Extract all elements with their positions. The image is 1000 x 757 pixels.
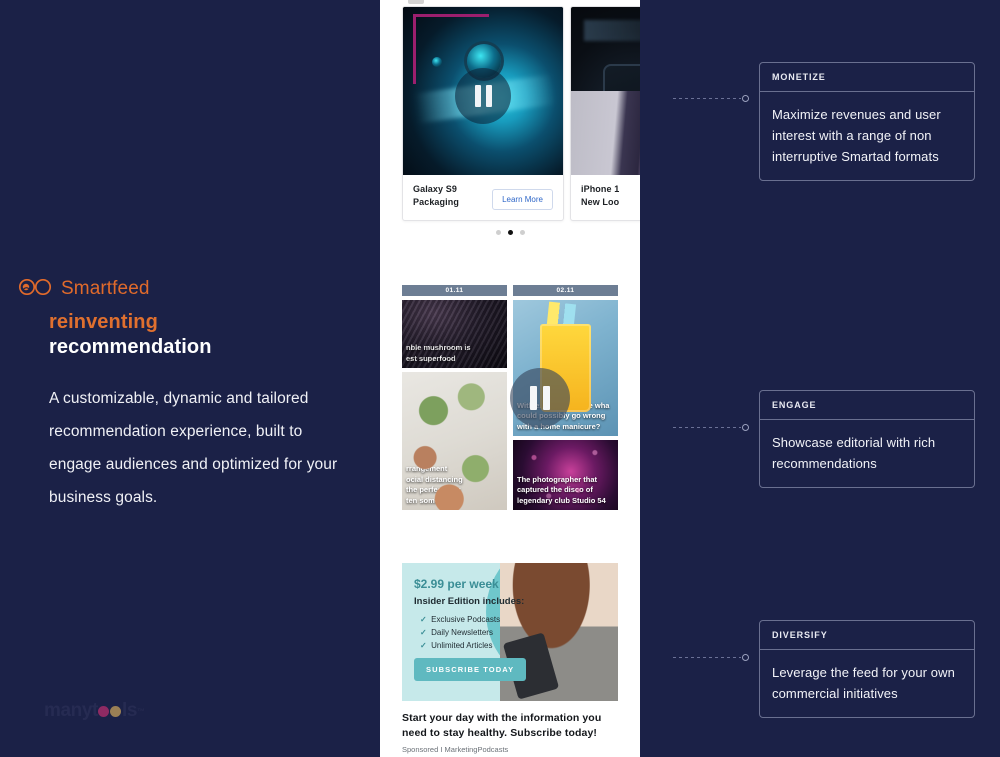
ad-price: $2.99 per week [414,577,499,591]
phone-mockup: Galaxy S9 Packaging Learn More iPhone 1 … [380,0,640,757]
carousel-card-media [571,7,640,175]
sponsored-ad-unit[interactable]: $2.99 per week Insider Edition includes:… [402,563,618,754]
grid-tile-caption: The photographer that captured the disco… [517,474,606,505]
pagination-dot[interactable] [519,230,525,235]
date-chip: 02.11 [513,285,618,296]
connector-node-icon [742,654,749,661]
grid-tile[interactable]: rrangement ocial distancing the perfect … [402,372,507,510]
phone-top-nub [408,0,424,4]
ad-headline: Start your day with the information you … [402,712,602,739]
carousel-pagination[interactable] [380,230,640,235]
ad-carousel[interactable]: Galaxy S9 Packaging Learn More iPhone 1 … [380,6,640,234]
ad-sponsor-meta: Sponsored I MarketingPodcasts [402,745,509,754]
brand-lockup: Smartfeed [18,278,150,300]
brand-name: Smartfeed [61,278,150,299]
ad-benefit-item: Daily Newsletters [420,626,500,639]
callout-body: Showcase editorial with rich recommendat… [772,435,936,471]
pause-icon[interactable] [455,68,511,125]
pause-icon[interactable] [510,368,570,428]
dashed-line [673,427,741,428]
slide-canvas: Smartfeed reinventing recommendation A c… [0,0,1000,757]
carousel-card[interactable]: Galaxy S9 Packaging Learn More [402,6,564,221]
watermark-dot-magenta [98,705,110,717]
callout-body: Maximize revenues and user interest with… [772,107,941,164]
watermark-suffix: ls [121,700,138,721]
callout-card-engage: ENGAGE Showcase editorial with rich reco… [759,390,975,488]
carousel-card-title: iPhone 1 New Loo [581,184,620,207]
watermark-prefix: manyt [44,700,98,721]
left-copy-column: Smartfeed reinventing recommendation A c… [0,0,380,757]
grid-tile[interactable]: The photographer that captured the disco… [513,440,618,510]
ad-benefit-list: Exclusive Podcasts Daily Newsletters Unl… [420,613,500,652]
watermark-dot-tan [110,705,122,717]
headline-line-1: reinventing [49,311,158,333]
connector-node-icon [742,95,749,102]
manytools-watermark: manyt ls ™ [44,700,145,722]
callout-card-diversify: DIVERSIFY Leverage the feed for your own… [759,620,975,718]
grid-column: 01.11 nble mushroom is est superfood rra… [402,285,507,514]
callout-header: MONETIZE [760,63,974,92]
carousel-card-title: Galaxy S9 Packaging [413,184,459,207]
connector-line-diversify [673,653,749,662]
dashed-line [673,98,741,99]
ad-benefit-item: Exclusive Podcasts [420,613,500,626]
pagination-dot[interactable] [495,230,501,235]
recommendation-grid: 01.11 nble mushroom is est superfood rra… [402,285,618,514]
date-chip: 01.11 [402,285,507,296]
subscribe-today-button[interactable]: SUBSCRIBE TODAY [414,658,527,681]
callout-body: Leverage the feed for your own commercia… [772,665,955,701]
learn-more-button[interactable]: Learn More [492,189,553,210]
straws-graphic [544,301,576,345]
headline-line-2: recommendation [49,336,212,358]
connector-line-monetize [673,94,749,103]
camera-flash-graphic [431,57,442,68]
ad-benefit-item: Unlimited Articles [420,639,500,652]
page-title: reinventing recommendation [49,310,349,360]
carousel-card-media [403,7,563,175]
pagination-dot-active[interactable] [507,230,513,235]
ad-media: $2.99 per week Insider Edition includes:… [402,563,618,701]
callout-header: DIVERSIFY [760,621,974,650]
smartfeed-infinity-icon [18,278,52,300]
callout-header: ENGAGE [760,391,974,420]
ad-subtitle: Insider Edition includes: [414,596,525,607]
watermark-trademark: ™ [137,706,145,716]
connector-node-icon [742,424,749,431]
dashed-line [673,657,741,658]
body-copy: A customizable, dynamic and tailored rec… [49,389,338,506]
grid-tile-caption: rrangement ocial distancing the perfect … [406,464,463,505]
callout-card-monetize: MONETIZE Maximize revenues and user inte… [759,62,975,181]
grid-tile-caption: nble mushroom is est superfood [406,343,471,363]
grid-tile[interactable]: nble mushroom is est superfood [402,300,507,368]
connector-line-engage [673,423,749,432]
carousel-card[interactable]: iPhone 1 New Loo [570,6,640,221]
